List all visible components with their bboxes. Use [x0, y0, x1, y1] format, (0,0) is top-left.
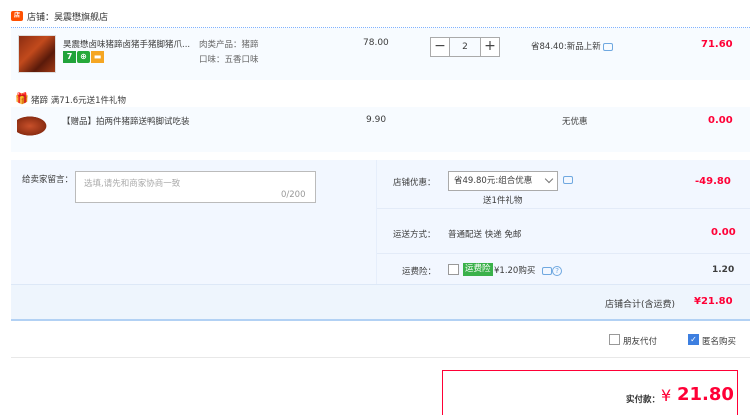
discount-gift-note: 送1件礼物 [483, 196, 523, 206]
product-subtotal: 71.60 [701, 39, 733, 50]
card-payment-icon: ▬ [91, 51, 104, 63]
product-attr-flavor: 口味：五香口味 [199, 55, 259, 65]
savings-label: 省84.40:新品上新 [531, 42, 601, 52]
shipping-cost: 0.00 [711, 227, 736, 238]
product-attr-meat: 肉类产品：猪蹄 [199, 40, 259, 50]
quantity-stepper: − 2 + [430, 37, 500, 57]
chevron-down-icon [544, 174, 554, 184]
product-row [11, 28, 750, 80]
quantity-minus-button[interactable]: − [430, 37, 450, 57]
insurance-checkbox[interactable] [448, 264, 459, 275]
guarantee-icon: ⊕ [77, 51, 90, 63]
help-icon[interactable]: ? [552, 265, 563, 276]
quantity-input[interactable]: 2 [450, 37, 480, 57]
anonymous-label[interactable]: 匿名购买 [702, 335, 736, 347]
message-char-count: 0/200 [281, 190, 306, 200]
discount-value: -49.80 [695, 176, 731, 187]
insurance-label: 运费险： [402, 267, 437, 277]
comment-icon[interactable] [563, 176, 573, 184]
quantity-plus-button[interactable]: + [480, 37, 500, 57]
insurance-value: 1.20 [712, 265, 735, 275]
gift-price: 9.90 [366, 115, 387, 125]
insurance-tag: 运费险 [463, 263, 493, 276]
divider [11, 357, 750, 358]
savings-text: 省84.40:新品上新 [531, 40, 614, 52]
message-placeholder: 选填,请先和商家协商一致 [84, 179, 181, 189]
payment-label: 实付款： [626, 395, 661, 405]
shop-icon: 店 [11, 11, 23, 21]
shop-total-label: 店铺合计(含运费) [605, 300, 676, 310]
shop-total-value: ¥21.80 [694, 296, 733, 307]
divider [377, 253, 750, 254]
insurance-price: ¥1.20购买 ? [494, 264, 563, 276]
friend-pay-checkbox[interactable] [609, 334, 620, 345]
payment-currency: ¥ [661, 386, 672, 405]
discount-label: 店铺优惠： [393, 178, 436, 188]
product-price: 78.00 [363, 38, 389, 48]
gift-row [11, 107, 750, 152]
comment-icon[interactable] [542, 266, 553, 275]
gift-promo-label: 猪蹄 满71.6元送1件礼物 [31, 96, 127, 106]
seven-day-return-icon: 7 [63, 51, 76, 63]
discount-selected: 省49.80元:组合优惠 [454, 176, 533, 186]
insurance-price-label: ¥1.20购买 [494, 266, 536, 276]
message-label: 给卖家留言： [22, 175, 74, 185]
payment-value: 21.80 [677, 384, 734, 405]
anonymous-checkbox[interactable]: ✓ [688, 334, 699, 345]
comment-icon[interactable] [603, 42, 614, 51]
product-thumbnail[interactable] [18, 35, 56, 73]
gift-subtotal: 0.00 [708, 115, 733, 126]
shop-name[interactable]: 店铺：昊震懋旗舰店 [27, 10, 108, 23]
gift-thumbnail[interactable] [17, 115, 49, 137]
shipping-method: 普通配送 快递 免邮 [448, 230, 522, 240]
discount-select[interactable]: 省49.80元:组合优惠 [448, 171, 558, 191]
gift-icon: 🎁 [15, 92, 29, 105]
gift-title[interactable]: 【赠品】拍两件猪蹄送鸭脚试吃装 [62, 115, 190, 127]
shipping-label: 运送方式： [393, 230, 436, 240]
divider [377, 208, 750, 209]
product-badges: 7 ⊕ ▬ [63, 51, 104, 63]
friend-pay-label[interactable]: 朋友代付 [623, 335, 657, 347]
gift-discount: 无优惠 [562, 117, 588, 127]
product-title[interactable]: 昊震懋卤味猪蹄卤猪手猪脚猪爪... [63, 38, 196, 50]
